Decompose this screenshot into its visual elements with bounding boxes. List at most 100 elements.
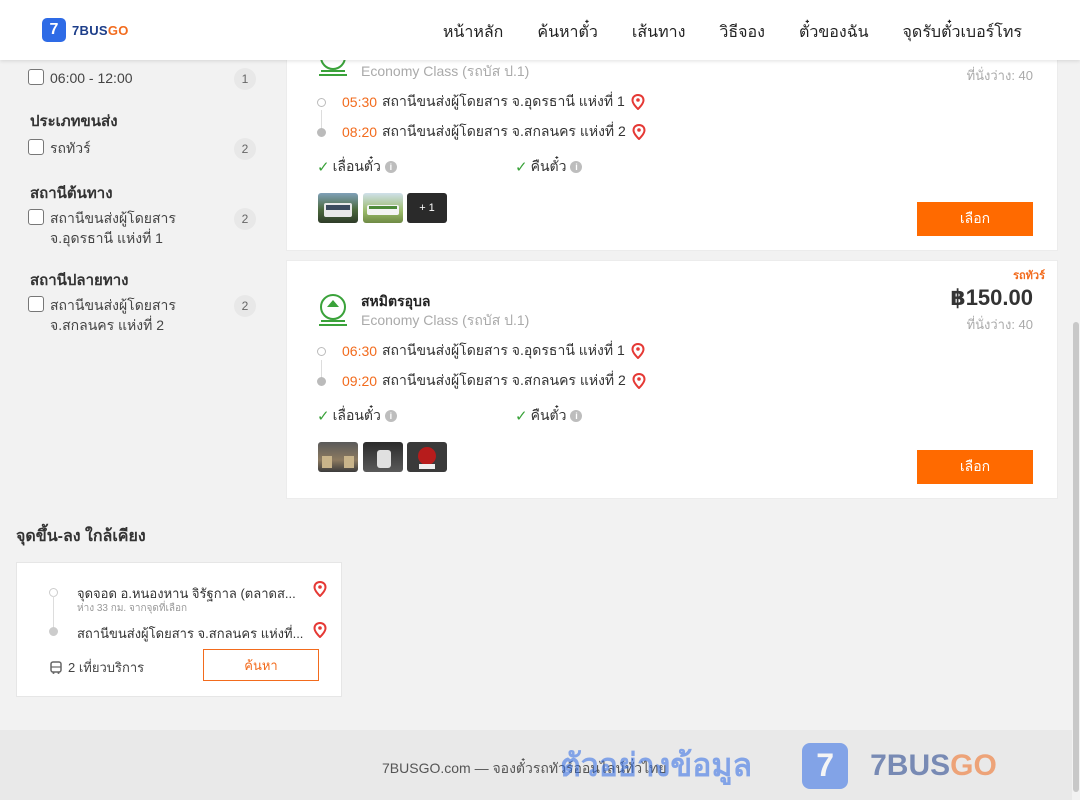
bus-photo bbox=[367, 205, 399, 215]
page-scrollbar[interactable] bbox=[1072, 60, 1080, 800]
filter-transport-option[interactable]: รถทัวร์ 2 bbox=[28, 138, 256, 160]
info-icon[interactable]: i bbox=[384, 161, 397, 173]
departure-time: 05:30 bbox=[342, 94, 378, 110]
transport-count: 2 bbox=[234, 138, 256, 160]
check-icon: ✓ bbox=[515, 408, 528, 425]
info-icon[interactable]: i bbox=[384, 410, 397, 422]
bus-interior-photo bbox=[322, 456, 354, 468]
scrollbar-thumb[interactable] bbox=[1073, 322, 1079, 792]
filter-origin-option[interactable]: สถานีขนส่งผู้โดยสาร จ.อุดรธานี แห่งที่ 1 … bbox=[28, 208, 256, 248]
transport-type-heading: ประเภทขนส่ง bbox=[30, 113, 118, 130]
map-pin-icon[interactable] bbox=[632, 124, 646, 140]
nav-ticket-points[interactable]: จุดรับตั๋วเบอร์โทร bbox=[903, 20, 1022, 45]
feature-label: เลื่อนตั๋ว bbox=[332, 407, 381, 423]
bus-icon bbox=[50, 660, 62, 674]
select-trip-button[interactable]: เลือก bbox=[917, 450, 1033, 484]
departure-dot bbox=[317, 346, 326, 356]
departure-dot bbox=[317, 97, 326, 107]
nav-how-to-book[interactable]: วิธีจอง bbox=[719, 20, 765, 45]
seats-available: ที่นั่งว่าง: 40 bbox=[966, 68, 1033, 83]
nav-routes[interactable]: เส้นทาง bbox=[632, 20, 686, 45]
map-pin-icon[interactable] bbox=[313, 581, 327, 597]
arrival-stop: 08:20 สถานีขนส่งผู้โดยสาร จ.สกลนคร แห่งท… bbox=[317, 122, 646, 142]
arrival-stop: 09:20 สถานีขนส่งผู้โดยสาร จ.สกลนคร แห่งท… bbox=[317, 371, 646, 391]
filter-time-option[interactable]: 06:00 - 12:00 1 bbox=[28, 68, 256, 90]
info-icon[interactable]: i bbox=[570, 410, 583, 422]
top-header: 7 7BUSGO หน้าหลัก ค้นหาตั๋ว เส้นทาง วิธี… bbox=[0, 0, 1080, 60]
operator-emblem-icon bbox=[319, 294, 347, 326]
arrival-time: 09:20 bbox=[342, 373, 378, 389]
map-pin-icon[interactable] bbox=[632, 373, 646, 389]
watermark-brand-main: 7BUS bbox=[870, 748, 951, 782]
departure-stop: 05:30 สถานีขนส่งผู้โดยสาร จ.อุดรธานี แห่… bbox=[317, 92, 645, 112]
origin-label-line2: จ.อุดรธานี แห่งที่ 1 bbox=[50, 230, 163, 246]
arrival-place: สถานีขนส่งผู้โดยสาร จ.สกลนคร แห่งที่ 2 bbox=[382, 123, 626, 139]
logo-brand-accent: GO bbox=[107, 22, 129, 38]
departure-stop: 06:30 สถานีขนส่งผู้โดยสาร จ.อุดรธานี แห่… bbox=[317, 341, 645, 361]
select-trip-button[interactable]: เลือก bbox=[917, 202, 1033, 236]
feature-reschedule: ✓ เลื่อนตั๋ว i bbox=[317, 405, 397, 427]
logo-mark: 7 bbox=[42, 18, 66, 42]
nearby-trip-count: 2 เที่ยวบริการ bbox=[49, 657, 144, 678]
departure-time: 06:30 bbox=[342, 343, 378, 359]
map-pin-icon[interactable] bbox=[631, 94, 645, 110]
destination-label-line2: จ.สกลนคร แห่งที่ 2 bbox=[50, 317, 165, 333]
time-count: 1 bbox=[234, 68, 256, 90]
page-footer: 7BUSGO.com — จองตั๋วรถทัวร์ออนไลน์ทั่วไท… bbox=[0, 730, 1080, 800]
time-checkbox[interactable] bbox=[28, 69, 44, 85]
map-pin-icon[interactable] bbox=[313, 622, 327, 638]
transport-checkbox[interactable] bbox=[28, 139, 44, 155]
logo-brand: 7BUS bbox=[72, 22, 108, 38]
check-icon: ✓ bbox=[515, 159, 528, 176]
destination-checkbox[interactable] bbox=[28, 296, 44, 312]
trip-card: รถทัวร์ สหมิตรอุบล Economy Class (รถบัส … bbox=[286, 260, 1058, 499]
nearby-to-dot bbox=[49, 627, 58, 636]
nav-my-tickets[interactable]: ตั๋วของฉัน bbox=[799, 20, 869, 45]
arrival-time: 08:20 bbox=[342, 124, 378, 140]
feature-label: เลื่อนตั๋ว bbox=[332, 158, 381, 174]
wifi-sign-photo bbox=[418, 447, 436, 469]
nearby-route-card: จุดจอด อ.หนองหาน จิรัฐกาล (ตลาดส... ห่าง… bbox=[16, 562, 342, 697]
watermark-logo-mark: 7 bbox=[802, 742, 849, 789]
bus-photo-thumbnail[interactable] bbox=[363, 193, 403, 223]
seats-available: ที่นั่งว่าง: 40 bbox=[966, 317, 1033, 332]
main-nav: หน้าหลัก ค้นหาตั๋ว เส้นทาง วิธีจอง ตั๋วข… bbox=[409, 20, 1022, 45]
destination-heading: สถานีปลายทาง bbox=[30, 272, 129, 289]
watermark-brand-accent: GO bbox=[950, 748, 997, 782]
origin-checkbox[interactable] bbox=[28, 209, 44, 225]
watermark-brand: 7BUSGO bbox=[870, 749, 997, 783]
feature-reschedule: ✓ เลื่อนตั๋ว i bbox=[317, 156, 397, 178]
departure-place: สถานีขนส่งผู้โดยสาร จ.อุดรธานี แห่งที่ 1 bbox=[382, 93, 625, 109]
bus-photo-thumbnail[interactable] bbox=[318, 442, 358, 472]
nearby-to-stop: สถานีขนส่งผู้โดยสาร จ.สกลนคร แห่งที่... bbox=[77, 626, 304, 641]
nav-home[interactable]: หน้าหลัก bbox=[443, 20, 504, 45]
arrival-place: สถานีขนส่งผู้โดยสาร จ.สกลนคร แห่งที่ 2 bbox=[382, 372, 626, 388]
bus-photo-thumbnail[interactable] bbox=[363, 442, 403, 472]
destination-label: สถานีขนส่งผู้โดยสาร จ.สกลนคร แห่งที่ 2 bbox=[50, 295, 210, 335]
footer-text: 7BUSGO.com — จองตั๋วรถทัวร์ออนไลน์ทั่วไท… bbox=[382, 760, 667, 776]
transport-label: รถทัวร์ bbox=[50, 140, 91, 156]
bus-photo bbox=[324, 203, 352, 217]
info-icon[interactable]: i bbox=[570, 161, 583, 173]
arrival-dot bbox=[317, 127, 326, 137]
bus-class: Economy Class (รถบัส ป.1) bbox=[361, 63, 530, 79]
check-icon: ✓ bbox=[317, 408, 330, 425]
nearby-distance: ห่าง 33 กม. จากจุดที่เลือก bbox=[77, 603, 188, 614]
nearby-search-button[interactable]: ค้นหา bbox=[203, 649, 319, 681]
origin-label: สถานีขนส่งผู้โดยสาร จ.อุดรธานี แห่งที่ 1 bbox=[50, 208, 210, 248]
bus-photo-thumbnail[interactable] bbox=[407, 442, 447, 472]
nearby-route-line bbox=[53, 596, 54, 630]
nav-search-tickets[interactable]: ค้นหาตั๋ว bbox=[537, 20, 598, 45]
feature-refund: ✓ คืนตั๋ว i bbox=[515, 405, 583, 427]
map-pin-icon[interactable] bbox=[631, 343, 645, 359]
check-icon: ✓ bbox=[317, 159, 330, 176]
logo-text: 7BUSGO bbox=[72, 23, 129, 38]
site-logo[interactable]: 7 7BUSGO bbox=[42, 18, 129, 42]
feature-label: คืนตั๋ว bbox=[530, 407, 567, 423]
bus-toilet-photo bbox=[377, 450, 391, 468]
filter-destination-option[interactable]: สถานีขนส่งผู้โดยสาร จ.สกลนคร แห่งที่ 2 2 bbox=[28, 295, 256, 335]
more-photos-thumbnail[interactable]: + 1 bbox=[407, 193, 447, 223]
arrival-dot bbox=[317, 376, 326, 386]
nearby-title: จุดขึ้น-ลง ใกล้เคียง bbox=[16, 528, 146, 545]
bus-photo-thumbnail[interactable] bbox=[318, 193, 358, 223]
